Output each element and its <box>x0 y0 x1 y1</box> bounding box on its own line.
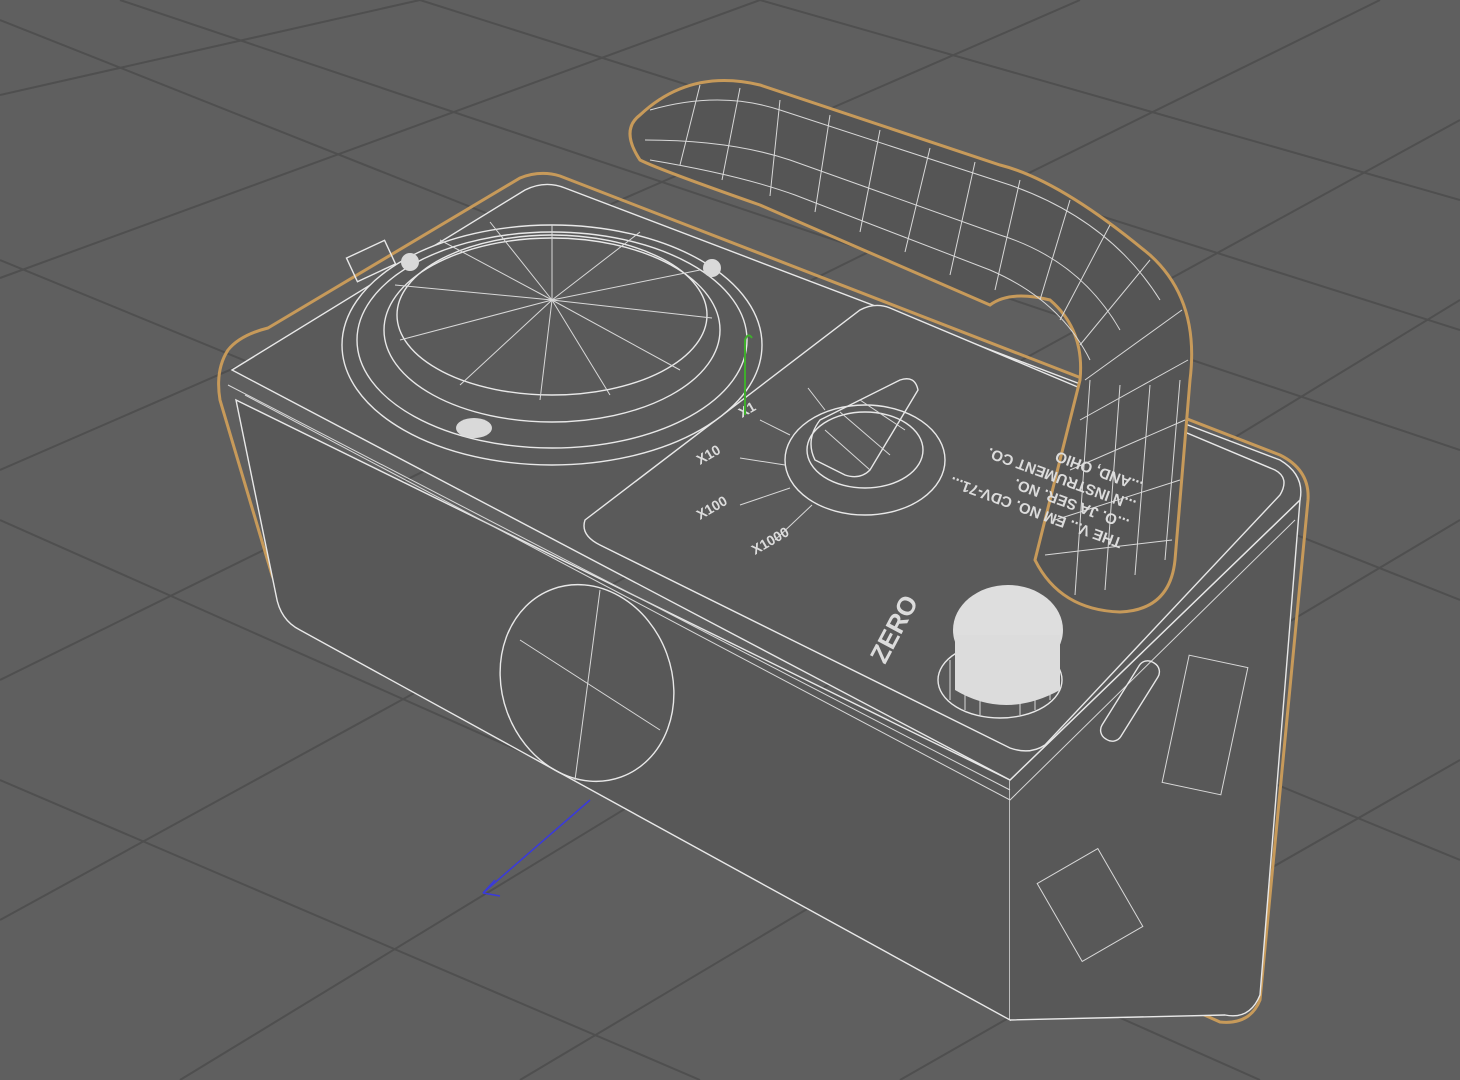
z-axis-gizmo <box>482 799 591 897</box>
viewport-canvas[interactable]: X1 X10 X100 X1000 THE V... EM NO. CDV-71… <box>0 0 1460 1080</box>
geiger-counter-model[interactable]: X1 X10 X100 X1000 THE V... EM NO. CDV-71… <box>217 79 1310 1024</box>
3d-viewport[interactable]: X1 X10 X100 X1000 THE V... EM NO. CDV-71… <box>0 0 1460 1080</box>
